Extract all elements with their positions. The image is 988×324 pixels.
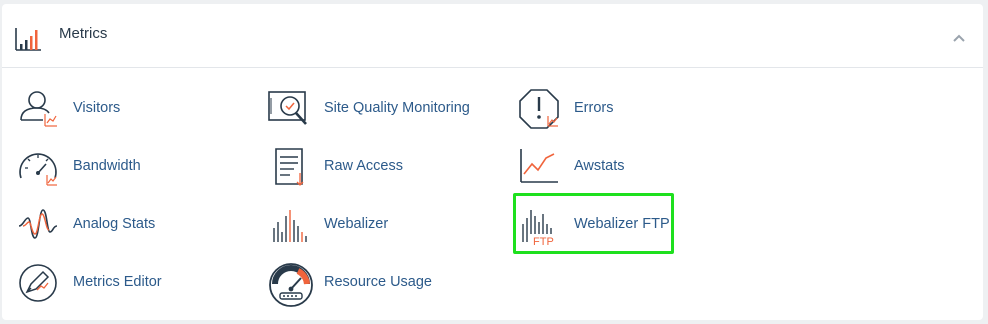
analog-stats-label: Analog Stats (73, 216, 156, 232)
bar-chart-icon (15, 26, 43, 52)
analog-stats-icon (17, 204, 59, 246)
metrics-editor-label: Metrics Editor (73, 274, 162, 290)
panel-title: Metrics (59, 25, 108, 42)
chevron-up-icon[interactable] (947, 26, 971, 50)
errors-icon (518, 88, 560, 130)
resource-usage-label: Resource Usage (324, 274, 432, 290)
bandwidth-icon (17, 146, 59, 188)
awstats-link[interactable]: Awstats (518, 146, 668, 196)
webalizer-ftp-icon: FTP (518, 204, 560, 248)
webalizer-ftp-link[interactable]: FTP Webalizer FTP (518, 204, 670, 254)
awstats-label: Awstats (574, 158, 625, 174)
resource-usage-link[interactable]: Resource Usage (268, 262, 468, 312)
site-quality-monitoring-link[interactable]: Site Quality Monitoring (268, 88, 498, 138)
ftp-icon-text: FTP (533, 236, 554, 248)
analog-stats-link[interactable]: Analog Stats (17, 204, 217, 254)
resource-usage-icon (268, 262, 313, 307)
raw-access-icon (268, 146, 310, 188)
metrics-editor-link[interactable]: Metrics Editor (17, 262, 217, 312)
site-quality-icon (268, 88, 310, 130)
metrics-editor-icon (17, 262, 59, 304)
awstats-icon (518, 146, 560, 188)
webalizer-label: Webalizer (324, 216, 389, 232)
visitors-icon (17, 88, 59, 130)
visitors-label: Visitors (73, 100, 121, 116)
webalizer-icon (268, 204, 310, 246)
site-quality-monitoring-label: Site Quality Monitoring (324, 100, 470, 116)
bandwidth-label: Bandwidth (73, 158, 141, 174)
errors-link[interactable]: Errors (518, 88, 668, 138)
webalizer-link[interactable]: Webalizer (268, 204, 468, 254)
bandwidth-link[interactable]: Bandwidth (17, 146, 217, 196)
errors-label: Errors (574, 100, 614, 116)
raw-access-link[interactable]: Raw Access (268, 146, 468, 196)
raw-access-label: Raw Access (324, 158, 403, 174)
metrics-panel: Metrics Visitors Site Quality Monitoring… (2, 4, 983, 320)
webalizer-ftp-label: Webalizer FTP (574, 216, 670, 232)
visitors-link[interactable]: Visitors (17, 88, 217, 138)
panel-header[interactable]: Metrics (2, 4, 983, 68)
